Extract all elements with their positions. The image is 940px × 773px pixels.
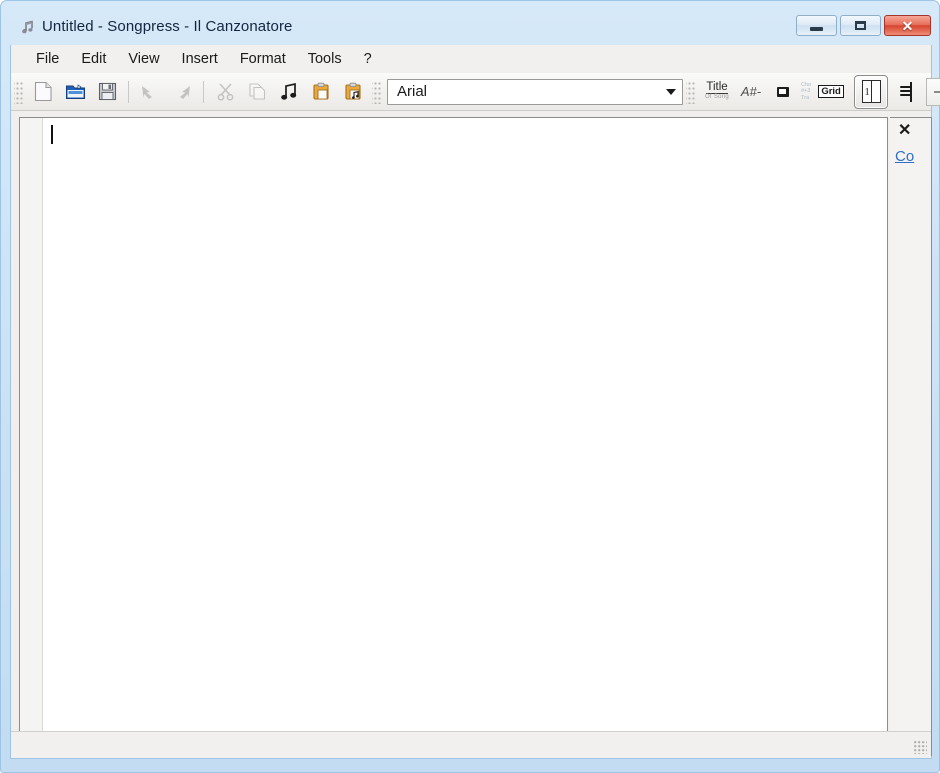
editor-gutter (20, 118, 43, 734)
document-editor[interactable] (19, 117, 888, 735)
menu-item-insert[interactable]: Insert (171, 48, 229, 70)
menu-item-view[interactable]: View (117, 48, 170, 70)
grid-button[interactable]: Grid (811, 76, 851, 108)
font-family-combobox[interactable]: Arial (387, 78, 683, 105)
side-panel: ✕ Co (890, 117, 932, 756)
music-note-icon (280, 82, 298, 101)
redo-button[interactable] (166, 76, 198, 108)
toolbar-grip[interactable] (14, 79, 23, 104)
songpress-app-icon (19, 19, 36, 36)
paste-chords-button[interactable] (337, 76, 369, 108)
text-caret (51, 125, 53, 144)
chord-diagram-icon (900, 81, 913, 102)
save-floppy-icon (98, 82, 117, 101)
copy-button[interactable] (241, 76, 273, 108)
page-layout-button[interactable]: 1 (854, 74, 889, 109)
minimize-icon (810, 27, 823, 31)
page-layout-label: 1 (864, 85, 870, 98)
status-bar (11, 731, 931, 757)
open-file-button[interactable] (59, 76, 91, 108)
save-file-button[interactable] (91, 76, 123, 108)
resize-grip-icon[interactable] (914, 741, 927, 754)
title-style-label: Title (706, 81, 728, 94)
client-area: File Edit View Insert Format Tools ? Ari… (10, 45, 940, 759)
menu-item-file[interactable]: File (25, 48, 70, 70)
toolbar-separator (128, 80, 129, 103)
menu-bar: File Edit View Insert Format Tools ? (11, 45, 931, 73)
menu-item-tools[interactable]: Tools (297, 48, 353, 70)
title-style-button[interactable]: Title Of Song (699, 76, 735, 108)
mini-label-cho: Cho (801, 81, 812, 88)
scissors-icon (216, 82, 235, 101)
transpose-button[interactable]: A#- (735, 76, 767, 108)
undo-arrow-icon (139, 83, 161, 101)
close-button[interactable]: ✕ (884, 15, 931, 36)
toolbar-grip-tertiary[interactable] (686, 79, 695, 104)
side-panel-close-icon[interactable]: ✕ (898, 123, 911, 139)
chord-options-labels: Cho #+3 Tra (801, 81, 812, 101)
paste-button[interactable] (305, 76, 337, 108)
toolbar-grip-secondary[interactable] (372, 79, 381, 104)
clipboard-paste-icon (312, 82, 331, 101)
main-toolbar: Arial Title Of Song A#- Cho #+3 Tra Grid… (11, 73, 940, 111)
title-bar[interactable]: Untitled - Songpress - Il Canzonatore ✕ (1, 1, 940, 45)
clipboard-chords-icon (344, 82, 363, 101)
single-column-icon: 1 (861, 80, 881, 103)
restore-icon (855, 21, 866, 30)
toolbar-separator (203, 80, 204, 103)
close-icon: ✕ (901, 17, 914, 34)
chord-diagram-button[interactable] (890, 76, 922, 108)
chevron-down-icon (666, 88, 676, 95)
copy-pages-icon (248, 82, 267, 101)
insert-image-icon (777, 86, 789, 97)
grid-label: Grid (818, 85, 844, 98)
new-document-button[interactable] (27, 76, 59, 108)
overflow-icon (933, 90, 940, 93)
side-panel-link[interactable]: Co (895, 148, 914, 165)
insert-image-button[interactable] (767, 76, 799, 108)
redo-arrow-icon (171, 83, 193, 101)
window-title: Untitled - Songpress - Il Canzonatore (42, 18, 293, 35)
toolbar-overflow-button[interactable] (926, 77, 940, 106)
open-folder-icon (65, 82, 86, 101)
title-style-sublabel: Of Song (704, 94, 730, 100)
menu-item-help[interactable]: ? (353, 48, 383, 70)
font-family-value[interactable]: Arial (388, 83, 660, 100)
undo-button[interactable] (134, 76, 166, 108)
new-document-icon (34, 81, 53, 102)
restore-button[interactable] (840, 15, 881, 36)
insert-chord-button[interactable] (273, 76, 305, 108)
cut-button[interactable] (209, 76, 241, 108)
application-window: Untitled - Songpress - Il Canzonatore ✕ … (0, 0, 940, 773)
minimize-button[interactable] (796, 15, 837, 36)
mini-label-tra: Tra (801, 94, 810, 101)
caption-button-group: ✕ (796, 15, 931, 36)
mini-label-sharp: #+3 (801, 88, 811, 94)
menu-item-edit[interactable]: Edit (70, 48, 117, 70)
font-dropdown-arrow[interactable] (660, 80, 682, 104)
menu-item-format[interactable]: Format (229, 48, 297, 70)
transpose-label: A#- (740, 84, 762, 99)
